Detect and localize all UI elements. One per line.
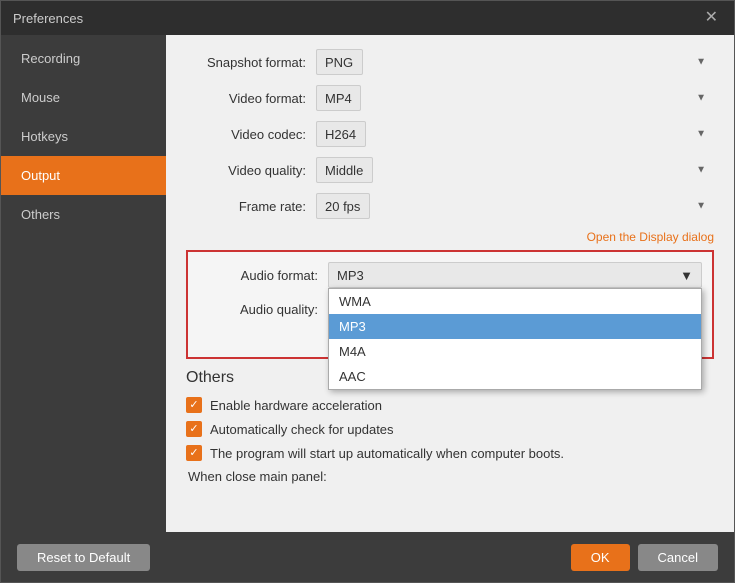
auto-check-checkbox[interactable]: ✓ [186, 421, 202, 437]
snapshot-format-row: Snapshot format: PNG ▼ [186, 49, 714, 75]
audio-format-option-mp3[interactable]: MP3 [329, 314, 701, 339]
sidebar-item-others[interactable]: Others [1, 195, 166, 234]
when-close-label: When close main panel: [186, 469, 714, 484]
video-format-select[interactable]: MP4 [316, 85, 361, 111]
video-format-row: Video format: MP4 ▼ [186, 85, 714, 111]
sidebar-item-output[interactable]: Output [1, 156, 166, 195]
close-button[interactable]: ✕ [701, 8, 722, 28]
audio-format-value: MP3 [337, 268, 364, 283]
video-quality-chevron-icon: ▼ [696, 165, 706, 176]
video-quality-select[interactable]: Middle [316, 157, 373, 183]
auto-check-label: Automatically check for updates [210, 422, 394, 437]
display-dialog-link-row: Open the Display dialog [186, 229, 714, 244]
snapshot-format-chevron-icon: ▼ [696, 57, 706, 68]
audio-format-option-m4a[interactable]: M4A [329, 339, 701, 364]
frame-rate-chevron-icon: ▼ [696, 201, 706, 212]
audio-format-chevron-icon: ▼ [680, 268, 693, 283]
frame-rate-row: Frame rate: 20 fps ▼ [186, 193, 714, 219]
video-quality-label: Video quality: [186, 163, 316, 178]
video-quality-row: Video quality: Middle ▼ [186, 157, 714, 183]
audio-quality-label: Audio quality: [198, 302, 328, 317]
auto-check-checkmark-icon: ✓ [189, 424, 198, 435]
frame-rate-select[interactable]: 20 fps [316, 193, 370, 219]
frame-rate-wrapper: 20 fps ▼ [316, 193, 714, 219]
content-area: Recording Mouse Hotkeys Output Others Sn… [1, 35, 734, 532]
audio-format-row: Audio format: MP3 ▼ WMA MP3 M4A AAC [198, 262, 702, 288]
audio-format-label: Audio format: [198, 268, 328, 283]
main-content: Snapshot format: PNG ▼ Video format: MP4… [166, 35, 734, 532]
dialog-title: Preferences [13, 11, 83, 26]
hw-accel-label: Enable hardware acceleration [210, 398, 382, 413]
title-bar: Preferences ✕ [1, 1, 734, 35]
auto-start-label: The program will start up automatically … [210, 446, 564, 461]
cancel-button[interactable]: Cancel [638, 544, 718, 571]
audio-settings-box: Audio format: MP3 ▼ WMA MP3 M4A AAC [186, 250, 714, 359]
video-codec-chevron-icon: ▼ [696, 129, 706, 140]
snapshot-format-select[interactable]: PNG [316, 49, 363, 75]
sidebar-item-hotkeys[interactable]: Hotkeys [1, 117, 166, 156]
reset-to-default-button[interactable]: Reset to Default [17, 544, 150, 571]
sidebar-item-mouse[interactable]: Mouse [1, 78, 166, 117]
footer-right: OK Cancel [571, 544, 718, 571]
audio-format-display[interactable]: MP3 ▼ [328, 262, 702, 288]
snapshot-format-wrapper: PNG ▼ [316, 49, 714, 75]
auto-start-checkbox[interactable]: ✓ [186, 445, 202, 461]
hw-accel-checkbox[interactable]: ✓ [186, 397, 202, 413]
video-codec-row: Video codec: H264 ▼ [186, 121, 714, 147]
audio-format-dropdown: MP3 ▼ WMA MP3 M4A AAC [328, 262, 702, 288]
video-format-chevron-icon: ▼ [696, 93, 706, 104]
auto-start-checkmark-icon: ✓ [189, 448, 198, 459]
video-format-label: Video format: [186, 91, 316, 106]
audio-format-option-aac[interactable]: AAC [329, 364, 701, 389]
sidebar: Recording Mouse Hotkeys Output Others [1, 35, 166, 532]
auto-check-row: ✓ Automatically check for updates [186, 421, 714, 437]
video-codec-select[interactable]: H264 [316, 121, 366, 147]
video-quality-wrapper: Middle ▼ [316, 157, 714, 183]
hw-accel-checkmark-icon: ✓ [189, 400, 198, 411]
video-format-wrapper: MP4 ▼ [316, 85, 714, 111]
sidebar-item-recording[interactable]: Recording [1, 39, 166, 78]
audio-format-dropdown-list: WMA MP3 M4A AAC [328, 288, 702, 390]
footer: Reset to Default OK Cancel [1, 532, 734, 582]
auto-start-row: ✓ The program will start up automaticall… [186, 445, 714, 461]
frame-rate-label: Frame rate: [186, 199, 316, 214]
snapshot-format-label: Snapshot format: [186, 55, 316, 70]
hw-accel-row: ✓ Enable hardware acceleration [186, 397, 714, 413]
video-codec-label: Video codec: [186, 127, 316, 142]
preferences-dialog: Preferences ✕ Recording Mouse Hotkeys Ou… [0, 0, 735, 583]
open-display-dialog-link[interactable]: Open the Display dialog [587, 230, 714, 244]
ok-button[interactable]: OK [571, 544, 630, 571]
audio-format-option-wma[interactable]: WMA [329, 289, 701, 314]
video-codec-wrapper: H264 ▼ [316, 121, 714, 147]
